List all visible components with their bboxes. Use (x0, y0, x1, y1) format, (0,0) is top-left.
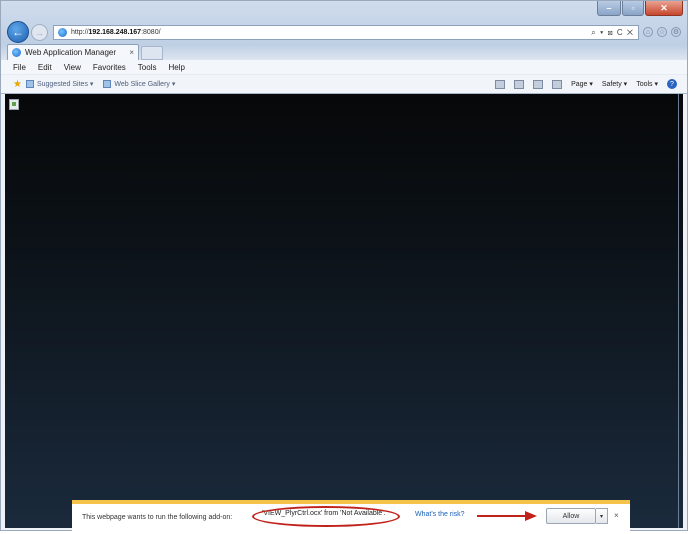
new-tab-button[interactable] (141, 46, 163, 60)
help-icon[interactable]: ? (667, 79, 677, 89)
home-icon[interactable]: ⌂ (643, 27, 653, 37)
notification-message: This webpage wants to run the following … (82, 514, 233, 521)
command-bar: Page ▾ Safety ▾ Tools ▾ ? (495, 79, 677, 89)
menu-help[interactable]: Help (168, 63, 184, 72)
web-slice-icon (103, 80, 112, 88)
ie-page-icon (58, 28, 67, 37)
content-border (678, 94, 679, 528)
plugin-placeholder-icon[interactable] (9, 99, 19, 110)
mail-icon[interactable] (533, 79, 544, 89)
maximize-button[interactable]: ▫ (622, 1, 644, 16)
menu-edit[interactable]: Edit (38, 63, 52, 72)
menu-bar: File Edit View Favorites Tools Help (1, 60, 687, 74)
menu-file[interactable]: File (13, 63, 26, 72)
menu-favorites[interactable]: Favorites (93, 63, 126, 72)
whats-the-risk-link[interactable]: What's the risk? (415, 511, 465, 518)
address-tools-icons[interactable]: ⌕ ▾ ⊠ C ✕ (591, 28, 634, 38)
page-content (5, 94, 683, 528)
menu-view[interactable]: View (64, 63, 81, 72)
fav-web-slice-gallery[interactable]: Web Slice Gallery ▾ (103, 80, 175, 88)
suggested-sites-icon (25, 80, 34, 88)
menu-tools[interactable]: Tools (138, 63, 157, 72)
window-caption-buttons: – ▫ ✕ (597, 1, 683, 16)
forward-button[interactable]: → (31, 24, 48, 41)
tab-web-application-manager[interactable]: Web Application Manager × (7, 44, 139, 60)
tab-title: Web Application Manager (25, 48, 117, 57)
allow-button[interactable]: Allow (546, 508, 596, 524)
close-window-button[interactable]: ✕ (645, 1, 683, 16)
back-button[interactable]: ← (7, 21, 29, 43)
address-url[interactable]: http://192.168.248.167:8080/ (71, 29, 161, 36)
tab-ie-icon (12, 48, 21, 57)
ie-right-icons: ⌂ ☆ ⚙ (643, 27, 681, 37)
print-icon[interactable] (552, 79, 563, 89)
settings-gear-icon[interactable]: ⚙ (671, 27, 681, 37)
back-arrow-icon: ← (12, 25, 24, 39)
page-menu[interactable]: Page ▾ (571, 80, 593, 88)
feeds-icon[interactable] (514, 79, 525, 89)
tools-menu[interactable]: Tools ▾ (636, 80, 658, 88)
address-bar[interactable]: http://192.168.248.167:8080/ ⌕ ▾ ⊠ C ✕ (53, 25, 639, 40)
safety-menu[interactable]: Safety ▾ (602, 80, 627, 88)
favorites-star-icon[interactable]: ★ (13, 79, 22, 90)
fav-suggested-sites[interactable]: Suggested Sites ▾ (25, 80, 93, 88)
minimize-button[interactable]: – (597, 1, 621, 16)
allow-dropdown-icon[interactable]: ▾ (596, 508, 608, 524)
favorites-star-icon[interactable]: ☆ (657, 27, 667, 37)
annotation-arrow-icon (477, 511, 537, 521)
home-cmd-icon[interactable] (495, 79, 506, 89)
annotation-red-ellipse (252, 506, 400, 527)
forward-arrow-icon: → (35, 27, 44, 38)
addon-notification-bar: This webpage wants to run the following … (72, 500, 630, 531)
notification-close-icon[interactable]: × (614, 511, 619, 520)
browser-window: – ▫ ✕ ← → http://192.168.248.167:8080/ ⌕… (0, 0, 688, 531)
tab-close-icon[interactable]: × (129, 48, 134, 57)
